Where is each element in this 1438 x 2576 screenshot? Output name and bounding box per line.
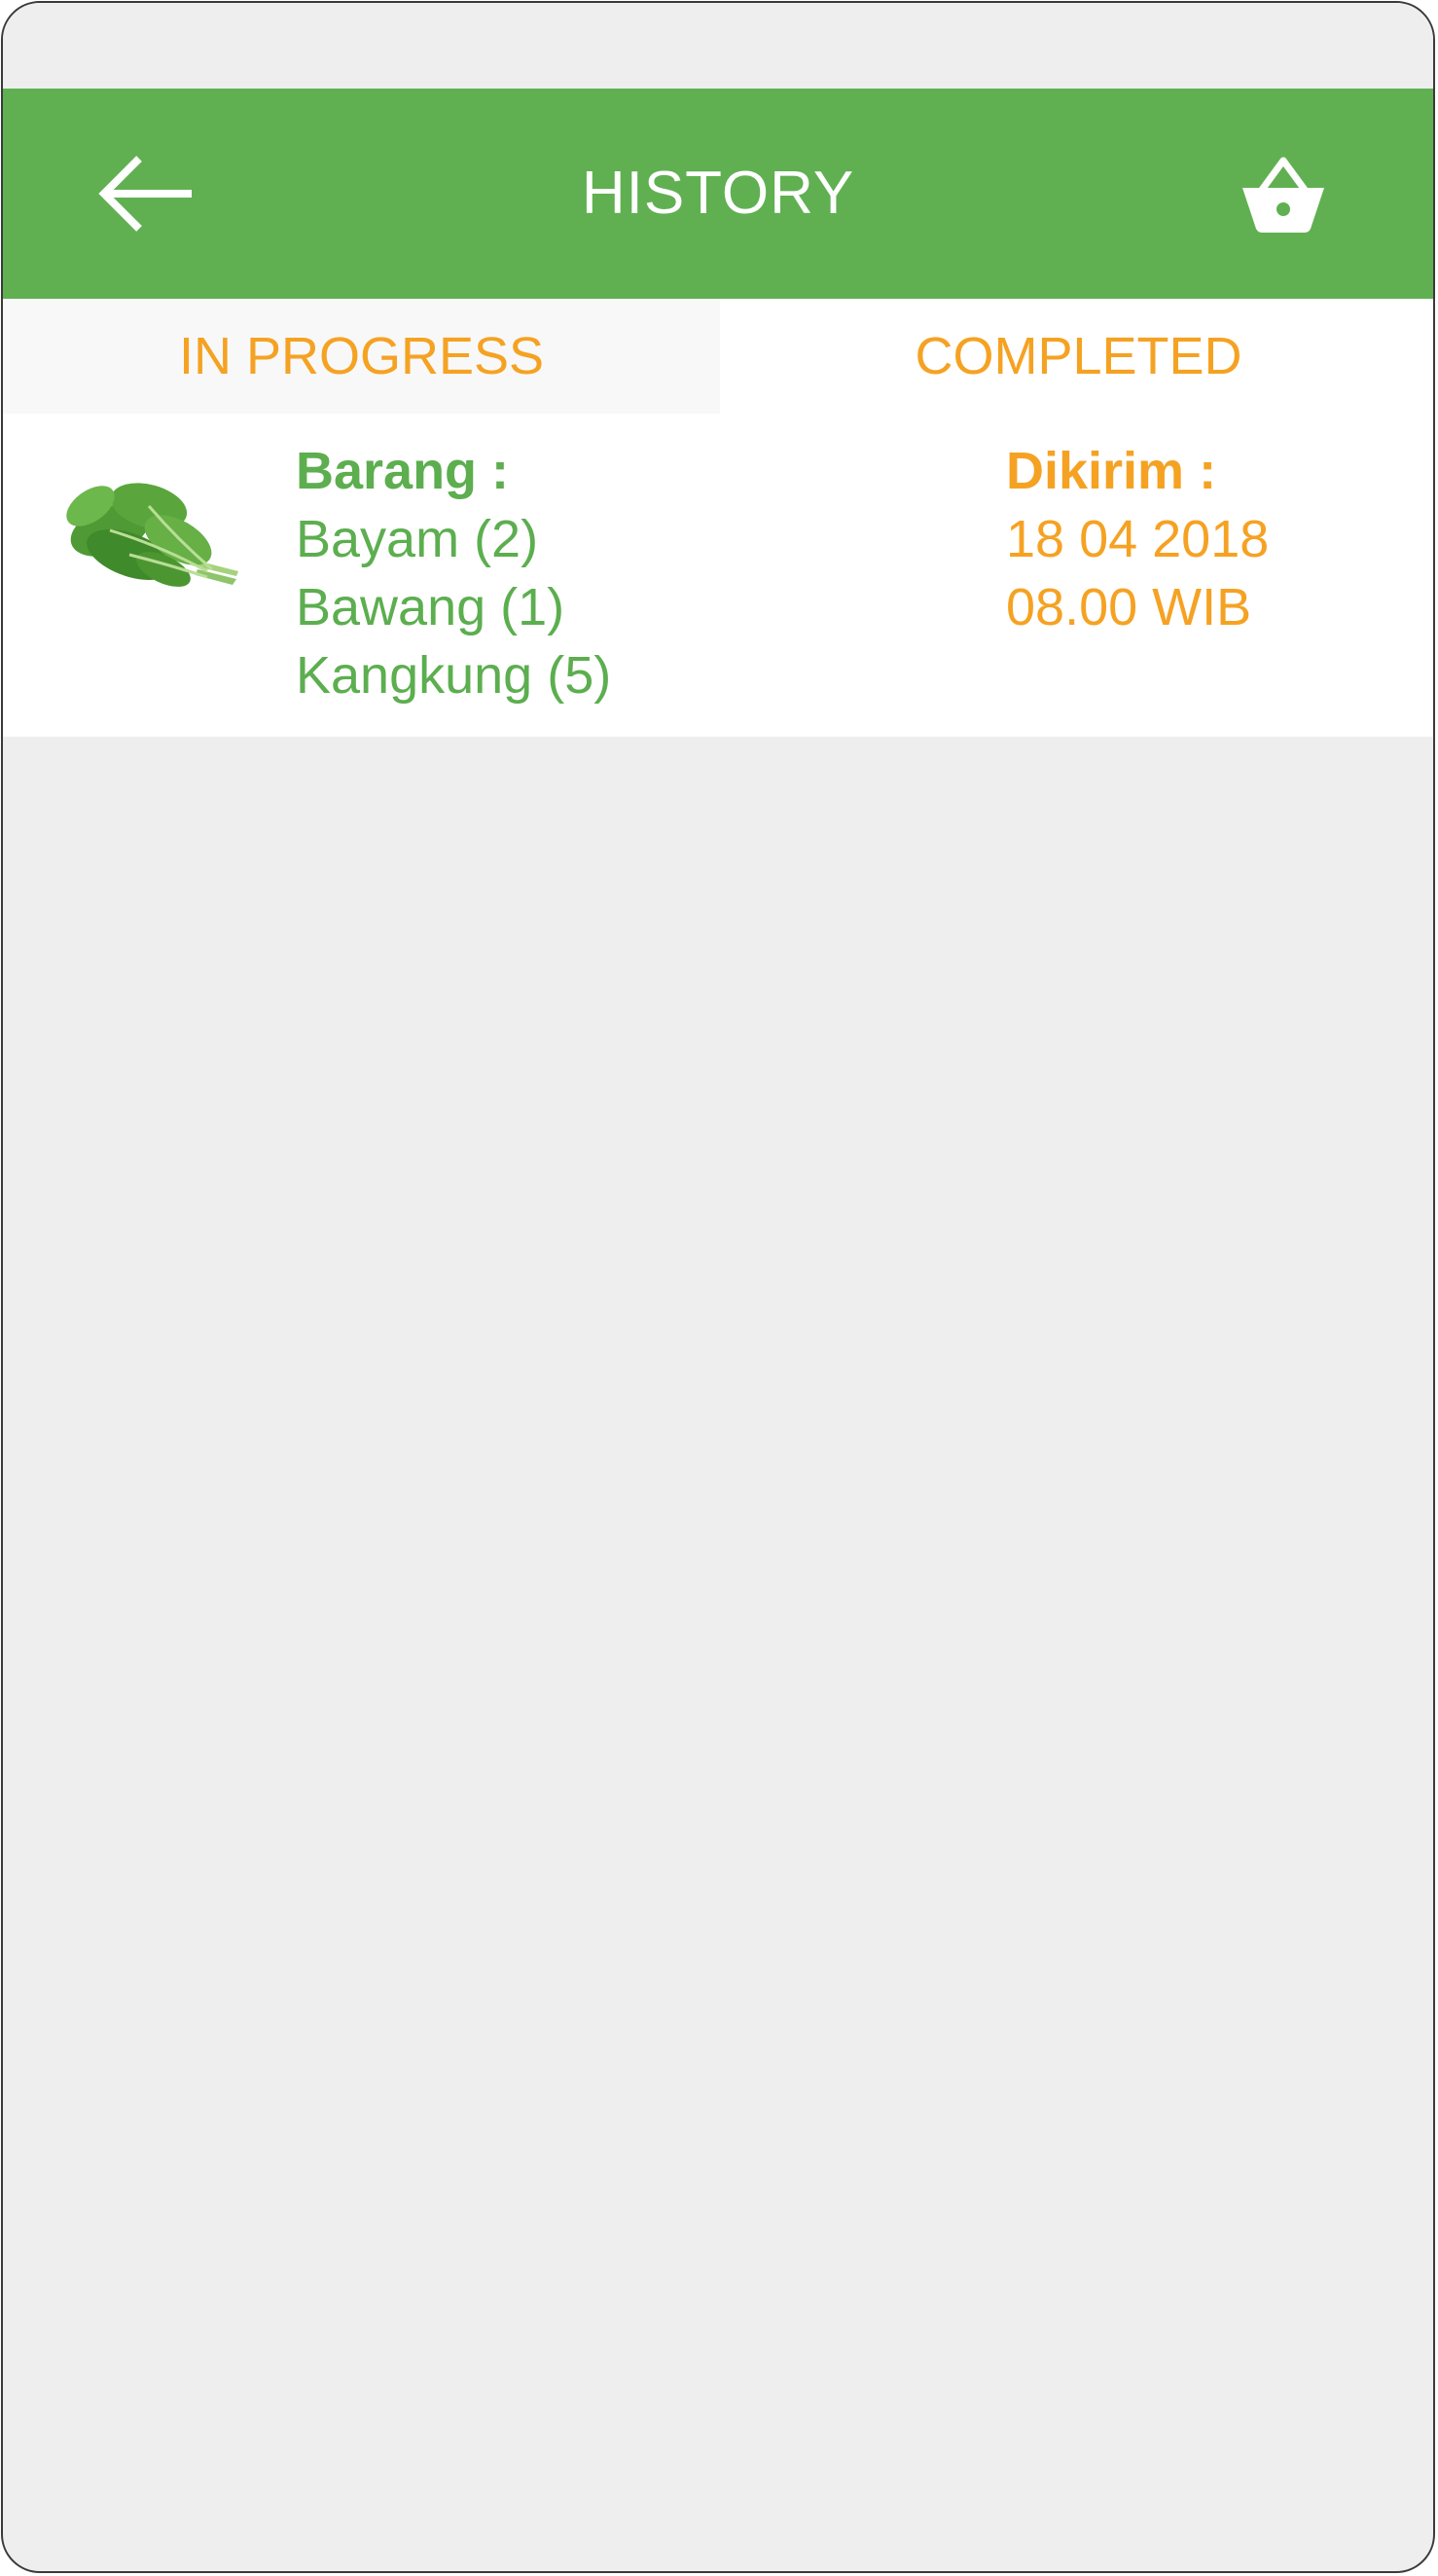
item-line: Kangkung (5) bbox=[296, 646, 612, 705]
tab-in-progress[interactable]: IN PROGRESS bbox=[3, 299, 720, 414]
shipping-column: Dikirim : 18 04 2018 08.00 WIB bbox=[1006, 437, 1269, 641]
phone-frame: HISTORY IN PROGRESS COMPLETED Barang: B… bbox=[1, 1, 1435, 2573]
item-line: Bayam (2) bbox=[296, 510, 539, 568]
shipped-heading: Dikirim : bbox=[1006, 442, 1217, 500]
order-card[interactable]: Barang : Bayam (2) Bawang (1) Kangkung (… bbox=[3, 414, 1433, 737]
tab-completed[interactable]: COMPLETED bbox=[720, 299, 1433, 414]
items-heading: Barang : bbox=[296, 442, 510, 500]
status-bar bbox=[3, 3, 1433, 89]
basket-icon bbox=[1242, 157, 1324, 233]
item-line: Bawang (1) bbox=[296, 578, 565, 636]
page-title: HISTORY bbox=[581, 160, 855, 227]
items-column: Barang : Bayam (2) Bawang (1) Kangkung (… bbox=[296, 437, 611, 709]
cart-button[interactable] bbox=[1240, 155, 1326, 233]
app-bar: HISTORY bbox=[3, 89, 1433, 299]
shipped-date: 18 04 2018 bbox=[1006, 510, 1270, 568]
tab-bar: IN PROGRESS COMPLETED bbox=[3, 299, 1433, 414]
spinach-image bbox=[66, 483, 238, 587]
shipped-time: 08.00 WIB bbox=[1006, 578, 1252, 636]
